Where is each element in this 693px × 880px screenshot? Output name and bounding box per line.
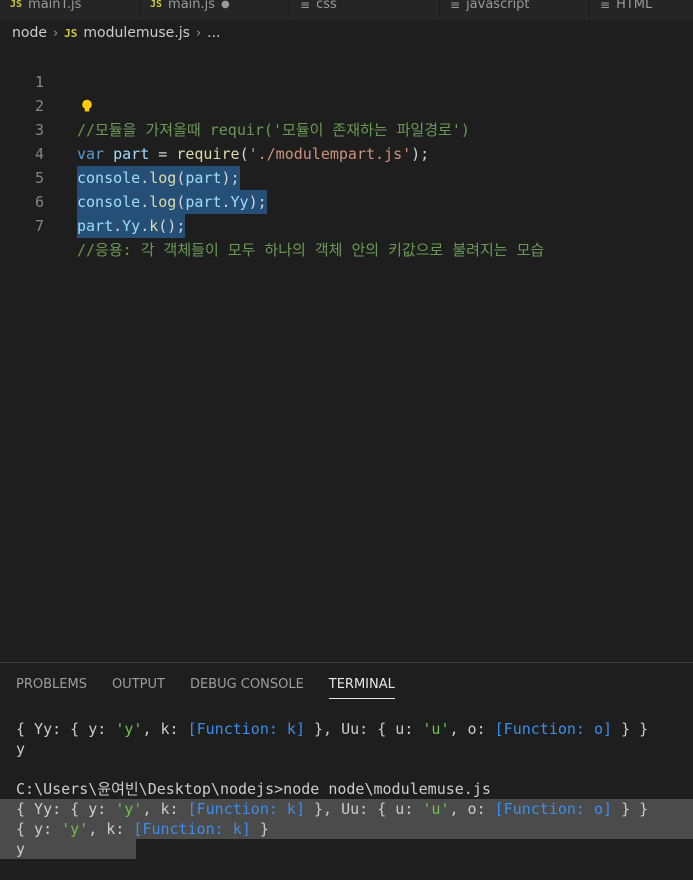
code-text-selected: console.log(part.Yy); bbox=[77, 190, 267, 214]
code-editor[interactable]: 1 2 //모듈을 가져올때 requir('모듈이 존재하는 파일경로') 3… bbox=[0, 46, 693, 656]
text-file-icon: ≡ bbox=[600, 0, 611, 12]
terminal-line-selected: y bbox=[0, 839, 136, 859]
terminal-line: C:\Users\윤여빈\Desktop\nodejs>node node\mo… bbox=[16, 780, 491, 798]
code-line[interactable]: 4 console.log(part); bbox=[0, 118, 240, 190]
tab-html[interactable]: ≡ HTML bbox=[590, 0, 693, 18]
code-comment: //응용: 각 객체들이 모두 하나의 객체 안의 키값으로 불려지는 모습 bbox=[77, 241, 545, 259]
code-text-selected: part.Yy.k(); bbox=[77, 214, 186, 238]
tab-label: css bbox=[316, 0, 337, 12]
lightbulb-icon[interactable] bbox=[80, 99, 94, 113]
code-line[interactable]: 6 part.Yy.k(); bbox=[0, 166, 186, 238]
code-line[interactable]: 1 bbox=[0, 46, 44, 91]
code-line[interactable]: 3 var part = require('./modulempart.js')… bbox=[0, 94, 429, 163]
js-file-icon: JS bbox=[64, 26, 78, 40]
tab-css[interactable]: ≡ css bbox=[290, 0, 440, 18]
text-file-icon: ≡ bbox=[300, 0, 311, 12]
breadcrumb-folder[interactable]: node bbox=[12, 25, 47, 41]
line-number: 7 bbox=[34, 217, 44, 235]
bottom-panel: PROBLEMS OUTPUT DEBUG CONSOLE TERMINAL {… bbox=[0, 662, 693, 880]
tab-output[interactable]: OUTPUT bbox=[112, 677, 165, 699]
text-file-icon: ≡ bbox=[450, 0, 461, 12]
tab-javascript[interactable]: ≡ javascript bbox=[440, 0, 590, 18]
breadcrumb: node › JS modulemuse.js › ... bbox=[12, 22, 221, 44]
terminal-line: { Yy: { y: 'y', k: [Function: k] }, Uu: … bbox=[16, 720, 649, 738]
code-comment: //모듈을 가져올때 requir('모듈이 존재하는 파일경로') bbox=[77, 121, 470, 139]
tab-debug-console[interactable]: DEBUG CONSOLE bbox=[190, 677, 304, 699]
js-file-icon: JS bbox=[10, 0, 23, 10]
breadcrumb-more[interactable]: ... bbox=[207, 25, 220, 41]
chevron-right-icon: › bbox=[52, 25, 59, 41]
tab-terminal[interactable]: TERMINAL bbox=[328, 677, 395, 699]
tab-maint-js[interactable]: JS mainT.js bbox=[0, 0, 140, 18]
tab-problems[interactable]: PROBLEMS bbox=[16, 677, 87, 699]
code-line[interactable]: 7 //응용: 각 객체들이 모두 하나의 객체 안의 키값으로 불려지는 모습 bbox=[0, 190, 544, 259]
code-line[interactable]: 5 console.log(part.Yy); bbox=[0, 142, 267, 214]
chevron-right-icon: › bbox=[195, 25, 202, 41]
js-file-icon: JS bbox=[150, 0, 163, 10]
tab-main-js[interactable]: JS main.js ● bbox=[140, 0, 290, 18]
tab-label: main.js bbox=[168, 0, 216, 12]
terminal-output[interactable]: { Yy: { y: 'y', k: [Function: k] }, Uu: … bbox=[0, 719, 693, 859]
breadcrumb-file[interactable]: modulemuse.js bbox=[83, 25, 190, 41]
terminal-line-selected: { y: 'y', k: [Function: k] } bbox=[0, 819, 693, 839]
terminal-line-selected: { Yy: { y: 'y', k: [Function: k] }, Uu: … bbox=[0, 799, 693, 819]
terminal-line: y bbox=[16, 740, 26, 758]
code-text: var part = require('./modulempart.js'); bbox=[77, 145, 430, 163]
code-line[interactable]: 2 //모듈을 가져올때 requir('모듈이 존재하는 파일경로') bbox=[0, 70, 470, 139]
editor-tab-strip: JS mainT.js JS main.js ● ≡ css ≡ javascr… bbox=[0, 0, 693, 20]
tab-label: HTML bbox=[616, 0, 653, 12]
panel-tabs: PROBLEMS OUTPUT DEBUG CONSOLE TERMINAL bbox=[16, 677, 395, 699]
unsaved-dot-icon[interactable]: ● bbox=[221, 0, 230, 10]
code-text-selected: console.log(part); bbox=[77, 166, 240, 190]
tab-label: mainT.js bbox=[28, 0, 82, 12]
tab-label: javascript bbox=[466, 0, 530, 12]
